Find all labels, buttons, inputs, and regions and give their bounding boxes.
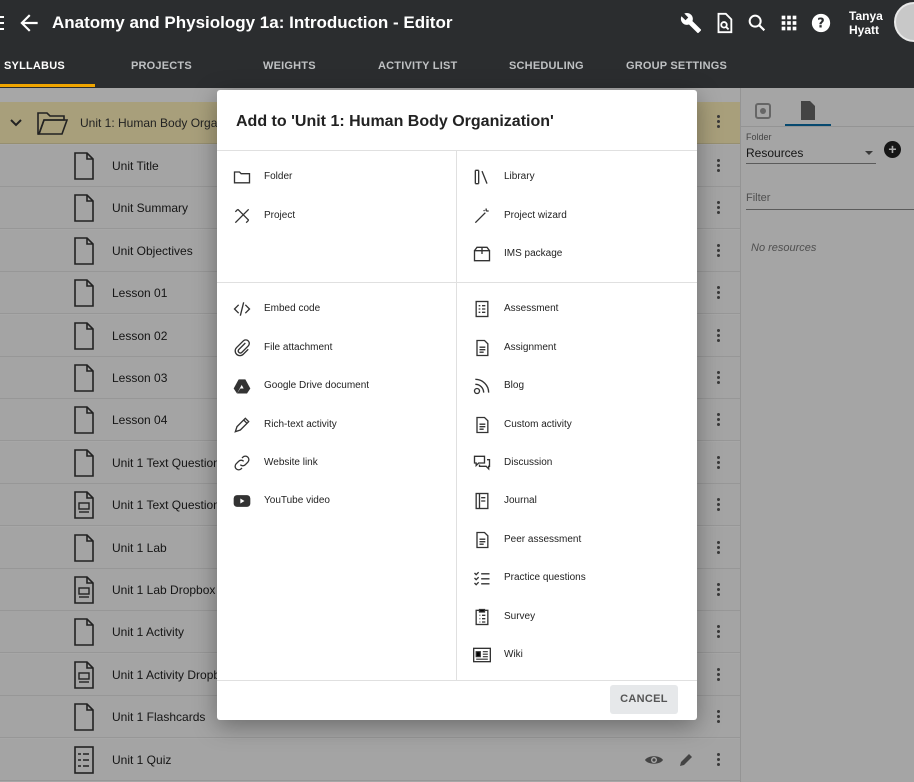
add-option-label: Project — [264, 210, 296, 221]
add-option-discussion[interactable]: Discussion — [472, 451, 702, 475]
tab-syllabus[interactable]: SYLLABUS — [4, 60, 65, 72]
top-bar: Anatomy and Physiology 1a: Introduction … — [0, 0, 914, 88]
peer-assessment-icon — [476, 531, 489, 549]
add-option-label: File attachment — [264, 342, 333, 353]
survey-icon — [475, 608, 489, 626]
add-option-label: Practice questions — [504, 572, 586, 583]
add-option-label: Folder — [264, 171, 293, 182]
add-option-practice-questions[interactable]: Practice questions — [472, 566, 702, 590]
add-option-label: Blog — [504, 380, 525, 391]
apps-grid-icon[interactable] — [778, 12, 800, 34]
add-option-assignment[interactable]: Assignment — [472, 336, 702, 360]
library-icon — [474, 169, 488, 185]
dialog-title: Add to 'Unit 1: Human Body Organization' — [236, 113, 554, 130]
add-option-blog[interactable]: Blog — [472, 374, 702, 398]
user-first-name: Tanya — [849, 9, 883, 23]
menu-icon[interactable] — [0, 16, 4, 34]
add-option-youtube-video[interactable]: YouTube video — [232, 489, 462, 513]
google-drive-icon — [233, 379, 251, 394]
add-option-label: Google Drive document — [264, 380, 370, 391]
title-row: Anatomy and Physiology 1a: Introduction … — [0, 0, 914, 46]
add-option-folder[interactable]: Folder — [232, 165, 462, 189]
add-option-project[interactable]: Project — [232, 204, 462, 228]
add-option-label: Website link — [264, 457, 318, 468]
tab-projects[interactable]: PROJECTS — [131, 60, 192, 72]
tab-scheduling[interactable]: SCHEDULING — [509, 60, 584, 72]
add-option-ims-package[interactable]: IMS package — [472, 242, 702, 266]
add-option-label: Journal — [504, 495, 537, 506]
assessment-icon — [475, 300, 489, 318]
package-icon — [473, 246, 491, 262]
add-option-label: IMS package — [504, 248, 563, 259]
youtube-icon — [233, 495, 251, 507]
editor-tabs: SYLLABUS PROJECTS WEIGHTS ACTIVITY LIST … — [0, 46, 914, 88]
discussion-icon — [473, 455, 491, 471]
add-option-label: Discussion — [504, 457, 553, 468]
add-option-label: Assignment — [504, 342, 557, 353]
dialog-section-divider — [217, 282, 697, 283]
custom-activity-icon — [476, 416, 489, 434]
user-last-name: Hyatt — [849, 23, 880, 37]
add-option-file-attachment[interactable]: File attachment — [232, 336, 462, 360]
preview-icon[interactable] — [713, 12, 735, 34]
add-option-label: Peer assessment — [504, 534, 582, 545]
add-option-journal[interactable]: Journal — [472, 489, 702, 513]
dialog-footer-divider — [217, 680, 697, 681]
page-title: Anatomy and Physiology 1a: Introduction … — [52, 13, 453, 32]
tab-weights[interactable]: WEIGHTS — [263, 60, 316, 72]
dialog-divider — [217, 150, 697, 151]
project-icon — [234, 208, 250, 224]
add-option-google-drive-document[interactable]: Google Drive document — [232, 374, 462, 398]
journal-icon — [475, 492, 489, 510]
folder-icon — [233, 171, 251, 184]
add-option-custom-activity[interactable]: Custom activity — [472, 413, 702, 437]
paperclip-icon — [234, 339, 250, 357]
assignment-icon — [476, 339, 489, 357]
code-icon — [233, 302, 251, 316]
add-option-peer-assessment[interactable]: Peer assessment — [472, 528, 702, 552]
add-item-dialog: Add to 'Unit 1: Human Body Organization'… — [217, 90, 697, 720]
add-option-label: Embed code — [264, 303, 321, 314]
add-option-label: Assessment — [504, 303, 559, 314]
wiki-icon — [473, 647, 491, 663]
checklist-icon — [474, 571, 490, 586]
add-option-label: Project wizard — [504, 210, 567, 221]
blog-icon — [473, 378, 490, 395]
active-tab-indicator — [0, 84, 95, 87]
add-option-rich-text-activity[interactable]: Rich-text activity — [232, 413, 462, 437]
add-option-embed-code[interactable]: Embed code — [232, 297, 462, 321]
cancel-button[interactable]: CANCEL — [610, 685, 678, 714]
help-icon[interactable]: ? — [810, 12, 832, 34]
avatar[interactable] — [894, 2, 914, 42]
add-option-survey[interactable]: Survey — [472, 605, 702, 629]
link-icon — [234, 455, 250, 471]
add-option-label: Rich-text activity — [264, 419, 337, 430]
add-option-label: Wiki — [504, 649, 523, 660]
wand-icon — [474, 208, 489, 224]
tab-activity-list[interactable]: ACTIVITY LIST — [378, 60, 457, 72]
tab-group-settings[interactable]: GROUP SETTINGS — [626, 60, 727, 72]
add-option-project-wizard[interactable]: Project wizard — [472, 204, 702, 228]
user-name[interactable]: Tanya Hyatt — [849, 9, 883, 37]
wrench-icon[interactable] — [680, 12, 702, 34]
pencil-icon — [234, 417, 250, 433]
add-option-website-link[interactable]: Website link — [232, 451, 462, 475]
add-option-wiki[interactable]: Wiki — [472, 643, 702, 667]
add-option-library[interactable]: Library — [472, 165, 702, 189]
add-option-label: Library — [504, 171, 535, 182]
add-option-label: YouTube video — [264, 495, 330, 506]
add-option-label: Survey — [504, 611, 536, 622]
add-option-label: Custom activity — [504, 419, 572, 430]
back-arrow-icon[interactable] — [16, 10, 42, 36]
add-option-assessment[interactable]: Assessment — [472, 297, 702, 321]
search-icon[interactable] — [746, 12, 768, 34]
svg-text:?: ? — [817, 17, 824, 32]
